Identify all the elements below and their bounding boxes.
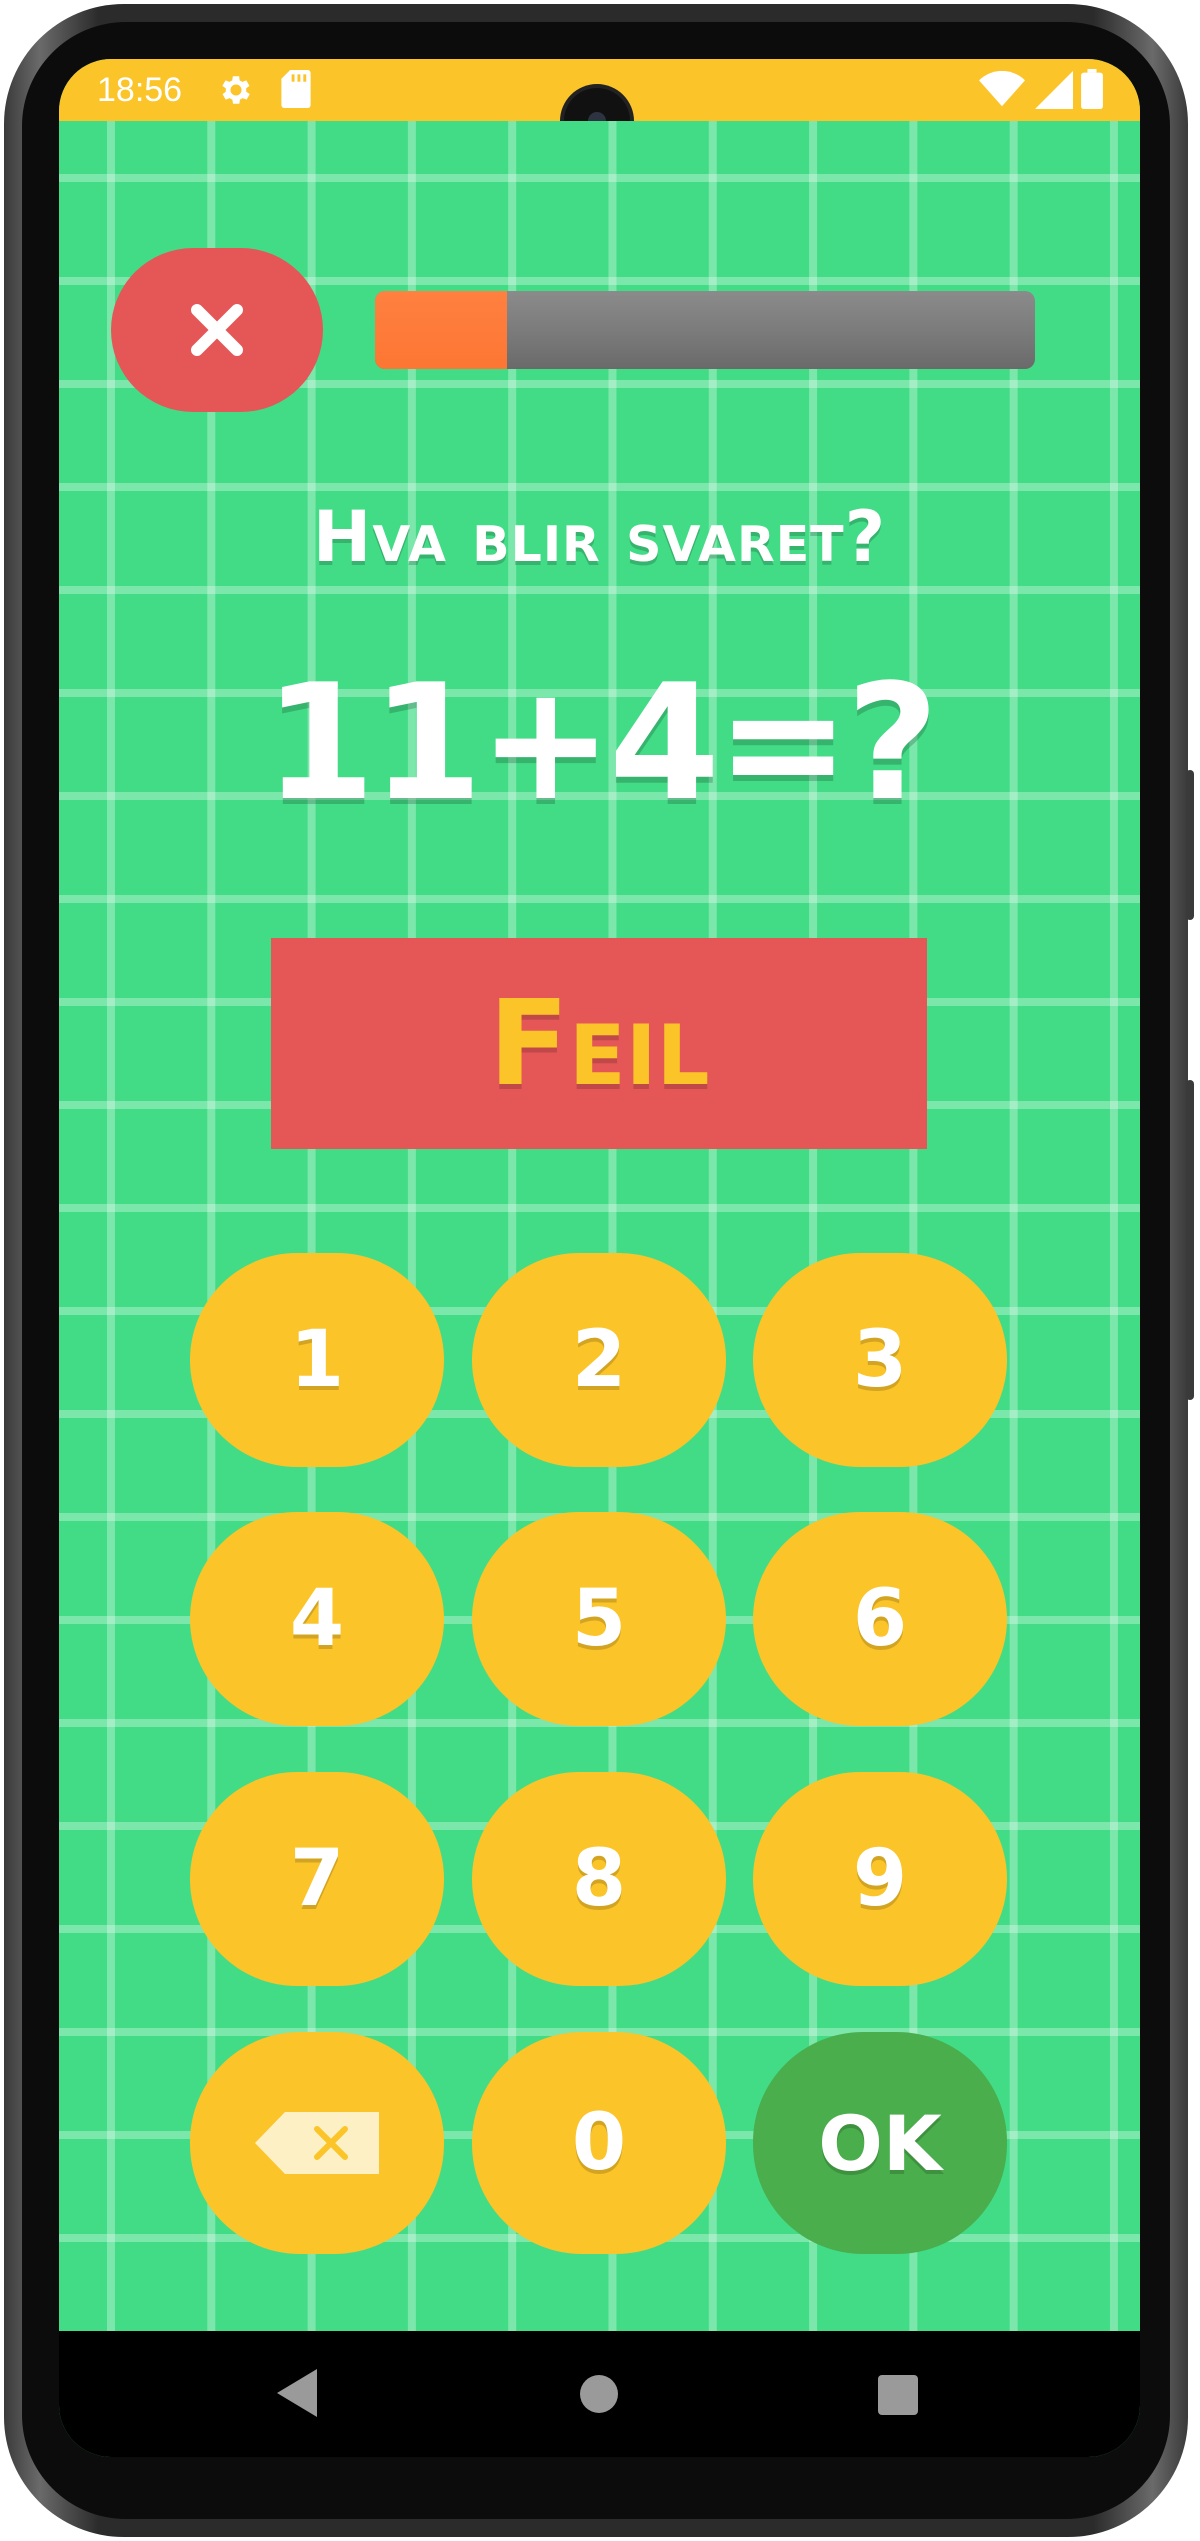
- close-button[interactable]: [111, 248, 323, 412]
- key-8[interactable]: 8: [472, 1772, 726, 1986]
- gear-icon: [222, 76, 250, 104]
- feedback-text: Feil: [488, 974, 710, 1112]
- close-icon: [191, 304, 243, 356]
- back-icon[interactable]: [277, 2369, 317, 2417]
- backspace-icon: [255, 2112, 379, 2174]
- game-area: [59, 121, 1140, 2331]
- key-6[interactable]: 6: [753, 1512, 1007, 1726]
- signal-icon: [1035, 71, 1073, 109]
- screen: 18:56 Hva blir svaret? 11+4=? Feil 1 2 3…: [59, 59, 1140, 2457]
- backspace-button[interactable]: [190, 2032, 444, 2254]
- key-3[interactable]: 3: [753, 1253, 1007, 1467]
- key-5[interactable]: 5: [472, 1512, 726, 1726]
- wifi-icon: [979, 71, 1025, 107]
- key-1[interactable]: 1: [190, 1253, 444, 1467]
- math-question: 11+4=?: [264, 649, 939, 836]
- key-0[interactable]: 0: [472, 2032, 726, 2254]
- question-title: Hva blir svaret?: [312, 496, 887, 578]
- ok-button[interactable]: OK: [753, 2032, 1007, 2254]
- home-icon[interactable]: [580, 2375, 618, 2413]
- recents-icon[interactable]: [878, 2375, 918, 2415]
- key-4[interactable]: 4: [190, 1512, 444, 1726]
- sd-card-icon: [281, 70, 311, 108]
- key-7[interactable]: 7: [190, 1772, 444, 1986]
- battery-icon: [1081, 69, 1103, 109]
- status-time: 18:56: [97, 71, 183, 109]
- progress-bar: [375, 291, 1035, 369]
- progress-fill: [375, 291, 507, 369]
- power-button: [1186, 1080, 1194, 1400]
- key-9[interactable]: 9: [753, 1772, 1007, 1986]
- key-2[interactable]: 2: [472, 1253, 726, 1467]
- feedback-banner: Feil: [271, 938, 927, 1149]
- volume-button: [1186, 770, 1194, 920]
- navigation-bar: [59, 2331, 1140, 2457]
